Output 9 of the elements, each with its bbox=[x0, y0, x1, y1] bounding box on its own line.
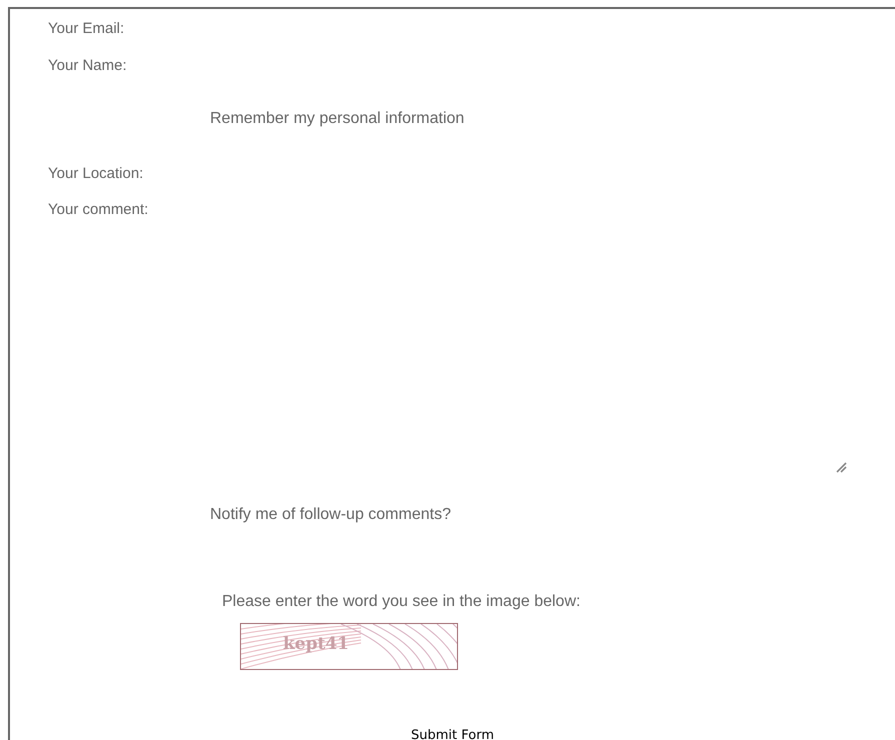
resize-grip-icon[interactable] bbox=[836, 462, 847, 473]
field-label: Your Name: bbox=[48, 56, 127, 74]
option-label: Remember my personal information bbox=[210, 110, 464, 128]
submit-button[interactable]: Submit Form bbox=[409, 728, 496, 740]
field-label: Your comment: bbox=[48, 200, 148, 218]
field-label: Your Email: bbox=[48, 20, 124, 36]
field-label: Your Location: bbox=[48, 164, 144, 182]
option-label: Notify me of follow-up comments? bbox=[210, 506, 451, 524]
captcha-prompt: Please enter the word you see in the image below: bbox=[222, 593, 580, 611]
